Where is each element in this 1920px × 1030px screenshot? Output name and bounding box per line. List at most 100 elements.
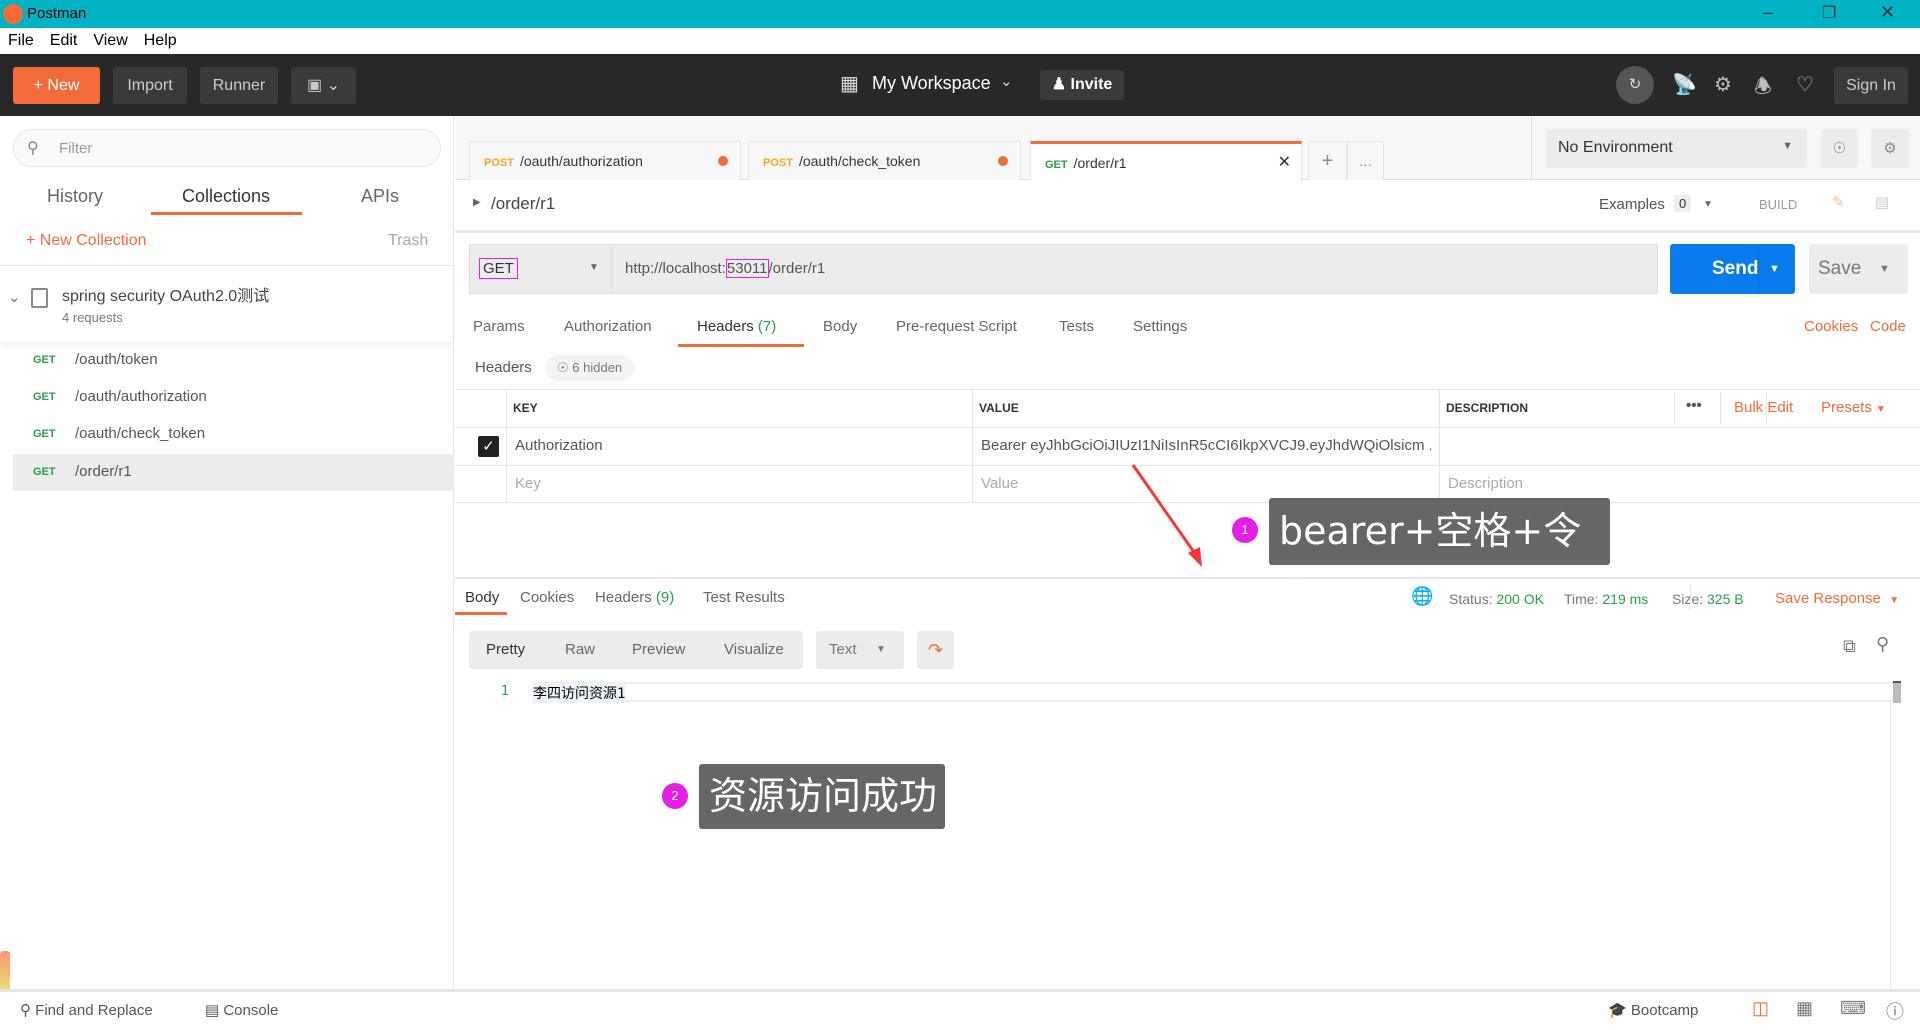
- request-list-item[interactable]: GET/oauth/authorization: [13, 379, 454, 416]
- view-preview[interactable]: Preview: [632, 631, 685, 669]
- caret-down-icon: ▼: [1782, 140, 1793, 152]
- satellite-icon[interactable]: 📡: [1672, 72, 1697, 97]
- filter-input[interactable]: ⚲ Filter: [13, 129, 441, 167]
- new-tab-button[interactable]: +: [1308, 141, 1347, 180]
- menu-edit[interactable]: Edit: [50, 32, 78, 49]
- keyboard-icon[interactable]: ⌨: [1840, 998, 1866, 1019]
- environment-select[interactable]: No Environment ▼: [1546, 129, 1807, 168]
- request-list-item[interactable]: GET/oauth/token: [13, 342, 454, 379]
- workspace-selector[interactable]: My Workspace: [872, 73, 991, 94]
- response-tab-cookies[interactable]: Cookies: [520, 589, 574, 606]
- comment-icon[interactable]: ▤: [1875, 193, 1889, 211]
- new-window-button[interactable]: ▣ ⌄: [291, 67, 356, 104]
- description-placeholder[interactable]: Description: [1448, 475, 1523, 492]
- tab-oauth-authorization[interactable]: POST/oauth/authorization: [469, 141, 741, 180]
- request-name: /order/r1: [491, 194, 556, 213]
- tab-settings[interactable]: Settings: [1133, 318, 1187, 335]
- header-enabled-checkbox[interactable]: ✓: [478, 436, 499, 457]
- wrap-lines-icon[interactable]: ↷: [917, 631, 954, 669]
- bulk-edit-link[interactable]: Bulk Edit: [1734, 399, 1793, 416]
- response-tab-test-results[interactable]: Test Results: [703, 589, 785, 606]
- search-icon[interactable]: ⚲: [1876, 634, 1889, 655]
- method-select[interactable]: GET ▼: [469, 244, 611, 294]
- value-placeholder[interactable]: Value: [981, 475, 1018, 492]
- new-button[interactable]: + New: [13, 67, 100, 104]
- tab-oauth-check-token[interactable]: POST/oauth/check_token: [748, 141, 1021, 180]
- examples-button[interactable]: Examples: [1599, 196, 1665, 213]
- tab-order-r1[interactable]: GET/order/r1 ✕: [1030, 141, 1302, 181]
- save-button[interactable]: Save ▼: [1809, 244, 1908, 294]
- close-tab-icon[interactable]: ✕: [1278, 144, 1291, 182]
- tab-history[interactable]: History: [47, 186, 103, 207]
- restore-icon[interactable]: ❐: [1822, 3, 1836, 23]
- request-tabs: POST/oauth/authorization POST/oauth/chec…: [455, 116, 1531, 181]
- minimize-icon[interactable]: –: [1763, 2, 1773, 23]
- tab-params[interactable]: Params: [473, 318, 525, 335]
- chevron-down-icon[interactable]: ⌄: [8, 288, 21, 306]
- scrollbar[interactable]: [1893, 681, 1901, 703]
- more-options-icon[interactable]: •••: [1686, 397, 1702, 414]
- close-icon[interactable]: ✕: [1880, 2, 1895, 23]
- save-response-dropdown[interactable]: Save Response ▼: [1775, 590, 1899, 607]
- url-input[interactable]: http://localhost:53011/order/r1: [611, 244, 1658, 294]
- response-tab-body[interactable]: Body: [465, 589, 499, 606]
- more-tabs-button[interactable]: …: [1347, 141, 1384, 180]
- two-pane-view-icon[interactable]: ◫: [1752, 998, 1769, 1019]
- bell-icon[interactable]: 🕭: [1754, 72, 1772, 106]
- caret-down-icon[interactable]: ▼: [1703, 199, 1713, 210]
- runner-button[interactable]: Runner: [200, 67, 278, 104]
- menu-help[interactable]: Help: [144, 32, 177, 49]
- header-key[interactable]: Authorization: [515, 437, 603, 454]
- pencil-icon[interactable]: ✎: [1832, 193, 1845, 211]
- layout-icon[interactable]: ▦: [1796, 998, 1813, 1019]
- console-button[interactable]: ▤ Console: [205, 1001, 278, 1019]
- build-mode[interactable]: BUILD: [1759, 197, 1797, 212]
- tab-body[interactable]: Body: [823, 318, 857, 335]
- folder-icon: [31, 288, 48, 308]
- tab-collections[interactable]: Collections: [182, 186, 270, 207]
- send-button[interactable]: Send ▼: [1670, 244, 1795, 294]
- settings-sliders-icon[interactable]: ⚙: [1871, 129, 1909, 168]
- request-list-item[interactable]: GET/oauth/check_token: [13, 416, 454, 453]
- code-link[interactable]: Code: [1870, 318, 1906, 335]
- title-bar: Postman – ❐ ✕: [0, 0, 1920, 28]
- presets-dropdown[interactable]: Presets ▼: [1821, 399, 1886, 416]
- help-icon[interactable]: ⓘ: [1886, 998, 1904, 1024]
- tab-apis[interactable]: APIs: [361, 186, 399, 207]
- eye-icon[interactable]: ☉: [1821, 129, 1858, 168]
- view-visualize[interactable]: Visualize: [724, 631, 784, 669]
- hidden-headers-toggle[interactable]: ☉ 6 hidden: [545, 355, 635, 381]
- copy-icon[interactable]: ⧉: [1843, 636, 1856, 657]
- key-placeholder[interactable]: Key: [515, 475, 541, 492]
- sync-off-icon[interactable]: ↻: [1616, 66, 1654, 104]
- tab-pre-request-script[interactable]: Pre-request Script: [896, 318, 1017, 335]
- expand-caret-icon[interactable]: ▶: [473, 197, 481, 208]
- trash-button[interactable]: Trash: [388, 232, 428, 250]
- view-pretty[interactable]: Pretty: [486, 631, 525, 669]
- tab-tests[interactable]: Tests: [1059, 318, 1094, 335]
- view-raw[interactable]: Raw: [565, 631, 595, 669]
- sign-in-button[interactable]: Sign In: [1834, 67, 1908, 104]
- header-value[interactable]: Bearer eyJhbGciOiJIUzI1NiIsInR5cCI6IkpXV…: [981, 437, 1431, 454]
- response-tab-headers[interactable]: Headers (9): [595, 589, 674, 606]
- menu-view[interactable]: View: [93, 32, 127, 49]
- new-collection-button[interactable]: + New Collection: [26, 232, 147, 250]
- menu-file[interactable]: File: [8, 32, 34, 49]
- menu-bar: File Edit View Help: [0, 28, 1920, 54]
- collection-item[interactable]: ⌄ spring security OAuth2.0测试 4 requests: [0, 266, 454, 342]
- invite-button[interactable]: ♟ Invite: [1040, 70, 1124, 100]
- cookies-link[interactable]: Cookies: [1804, 318, 1858, 335]
- import-button[interactable]: Import: [113, 67, 187, 104]
- save-dropdown-caret-icon: ▼: [1879, 263, 1890, 275]
- format-select[interactable]: Text ▼: [816, 631, 904, 669]
- heart-icon[interactable]: ♡: [1796, 72, 1814, 97]
- bootcamp-button[interactable]: 🎓 Bootcamp: [1608, 1001, 1698, 1019]
- request-list-item-selected[interactable]: GET/order/r1: [13, 454, 454, 491]
- chevron-down-icon[interactable]: ⌄: [1000, 72, 1013, 90]
- gear-icon[interactable]: ⚙: [1714, 72, 1732, 97]
- code-editor[interactable]: [532, 682, 1893, 702]
- tab-authorization[interactable]: Authorization: [564, 318, 652, 335]
- tab-headers[interactable]: Headers (7): [697, 318, 776, 335]
- globe-icon[interactable]: 🌐: [1411, 586, 1433, 607]
- find-replace-button[interactable]: ⚲ Find and Replace: [20, 1001, 153, 1019]
